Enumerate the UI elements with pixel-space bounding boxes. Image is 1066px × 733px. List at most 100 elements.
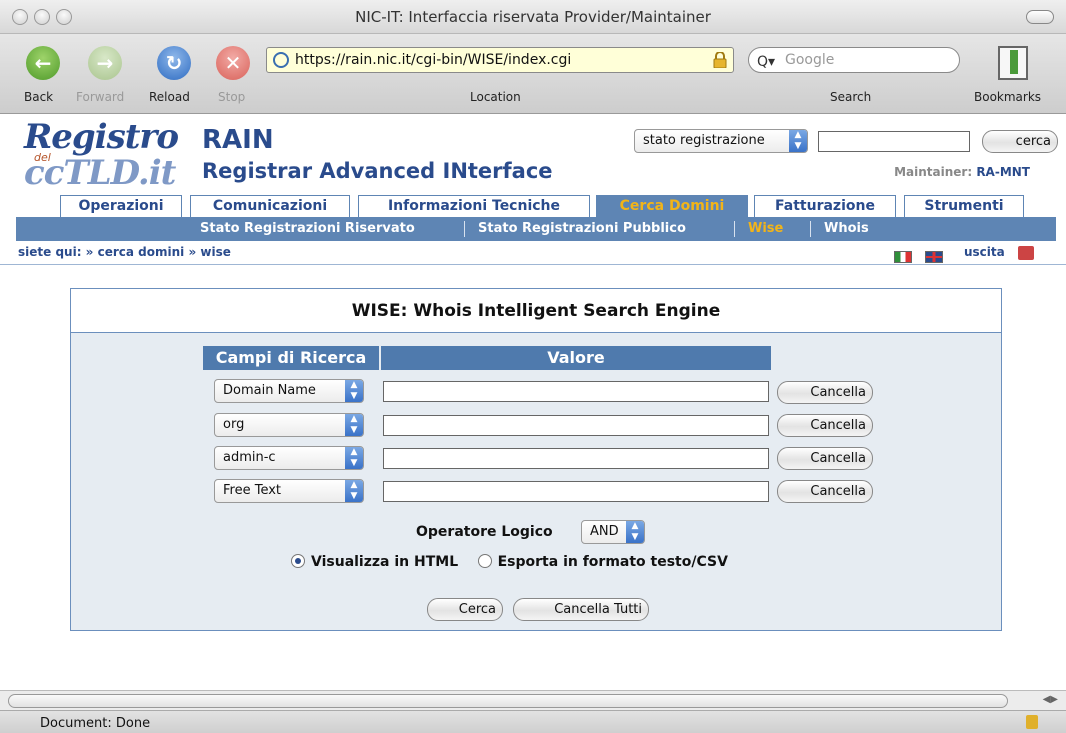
search-button[interactable]: Cerca	[427, 598, 503, 621]
logo-del: del	[34, 151, 51, 164]
reload-label: Reload	[149, 90, 190, 104]
value-input-4[interactable]	[383, 481, 769, 502]
field-select-3[interactable]: admin-c ▲ ▼	[214, 446, 364, 470]
status-bar: Document: Done	[0, 710, 1066, 733]
maintainer-info: Maintainer: RA-MNT	[894, 165, 1030, 179]
tab-comunicazioni[interactable]: Comunicazioni	[190, 195, 350, 217]
location-label: Location	[470, 90, 521, 104]
reload-icon: ↻	[165, 51, 183, 75]
subnav-stato-pubblico[interactable]: Stato Registrazioni Pubblico	[478, 221, 686, 236]
stop-icon: ✕	[224, 51, 242, 75]
stop-button[interactable]: ✕	[216, 46, 250, 80]
stop-label: Stop	[218, 90, 246, 104]
google-search-field[interactable]: Q▾ Google	[748, 47, 960, 73]
bookmarks-label: Bookmarks	[974, 90, 1042, 104]
wise-search-panel: WISE: Whois Intelligent Search Engine Ca…	[70, 288, 1002, 631]
field-select-1-value: Domain Name	[223, 383, 316, 398]
forward-button[interactable]: →	[88, 46, 122, 80]
quick-search-select-value: stato registrazione	[643, 133, 765, 148]
search-label: Search	[830, 90, 872, 104]
field-select-2-value: org	[223, 417, 245, 432]
select-arrows-icon: ▲ ▼	[789, 130, 807, 152]
maintainer-value: RA-MNT	[976, 165, 1030, 179]
select-arrows-icon: ▲ ▼	[345, 480, 363, 502]
breadcrumb-divider	[0, 264, 1066, 265]
operator-select[interactable]: AND ▲ ▼	[581, 520, 645, 544]
tab-fatturazione[interactable]: Fatturazione	[754, 195, 896, 217]
secure-lock-icon	[1026, 715, 1038, 729]
clear-all-button[interactable]: Cancella Tutti	[513, 598, 649, 621]
maintainer-label: Maintainer:	[894, 165, 973, 179]
main-tabs: Operazioni Comunicazioni Informazioni Te…	[0, 195, 1066, 217]
scrollbar-thumb[interactable]	[8, 694, 1008, 708]
globe-icon	[273, 52, 289, 68]
select-arrows-icon: ▲ ▼	[345, 380, 363, 402]
column-header-fields: Campi di Ricerca	[203, 346, 379, 370]
clear-button-4[interactable]: Cancella	[777, 480, 873, 503]
search-icon: Q▾	[757, 54, 776, 70]
field-select-4[interactable]: Free Text ▲ ▼	[214, 479, 364, 503]
browser-window: NIC-IT: Interfaccia riservata Provider/M…	[0, 0, 1066, 733]
forward-arrow-icon: →	[96, 51, 114, 75]
clear-button-1[interactable]: Cancella	[777, 381, 873, 404]
url-field[interactable]: https://rain.nic.it/cgi-bin/WISE/index.c…	[266, 47, 734, 73]
clear-button-2[interactable]: Cancella	[777, 414, 873, 437]
back-label: Back	[24, 90, 54, 104]
field-select-4-value: Free Text	[223, 483, 282, 498]
italian-flag-icon[interactable]	[894, 250, 912, 263]
field-select-1[interactable]: Domain Name ▲ ▼	[214, 379, 364, 403]
sub-navigation: Stato Registrazioni Riservato Stato Regi…	[16, 217, 1056, 241]
subnav-stato-riservato[interactable]: Stato Registrazioni Riservato	[200, 221, 415, 236]
toolbar-toggle-button[interactable]	[1026, 10, 1054, 24]
forward-label: Forward	[76, 90, 125, 104]
column-header-value: Valore	[381, 346, 771, 370]
tab-informazioni-tecniche[interactable]: Informazioni Tecniche	[358, 195, 590, 217]
reload-button[interactable]: ↻	[157, 46, 191, 80]
radio-csv[interactable]	[477, 554, 492, 568]
radio-html-label: Visualizza in HTML	[311, 554, 459, 570]
select-arrows-icon: ▲ ▼	[626, 521, 644, 543]
horizontal-scrollbar[interactable]: ◀▶	[0, 690, 1066, 710]
scroll-arrows-icon[interactable]: ◀▶	[1043, 694, 1058, 705]
value-input-2[interactable]	[383, 415, 769, 436]
output-format-options: Visualizza in HTML Esporta in formato te…	[291, 554, 728, 570]
subnav-whois[interactable]: Whois	[824, 221, 869, 236]
search-placeholder: Google	[785, 52, 835, 68]
field-select-3-value: admin-c	[223, 450, 276, 465]
browser-toolbar: ← Back → Forward ↻ Reload ✕ Stop https:/…	[0, 34, 1066, 114]
back-arrow-icon: ←	[34, 51, 52, 75]
subnav-divider	[810, 221, 811, 237]
select-arrows-icon: ▲ ▼	[345, 447, 363, 469]
subnav-wise[interactable]: Wise	[748, 221, 783, 236]
breadcrumb: siete qui: » cerca domini » wise	[18, 245, 231, 259]
quick-search-button[interactable]: cerca	[982, 130, 1058, 153]
select-arrows-icon: ▲ ▼	[345, 414, 363, 436]
tab-strumenti[interactable]: Strumenti	[904, 195, 1024, 217]
quick-search-select[interactable]: stato registrazione ▲ ▼	[634, 129, 808, 153]
field-select-2[interactable]: org ▲ ▼	[214, 413, 364, 437]
operator-label: Operatore Logico	[416, 524, 553, 540]
window-title: NIC-IT: Interfaccia riservata Provider/M…	[355, 8, 711, 26]
app-title: RAIN	[202, 125, 274, 155]
language-flags	[894, 246, 951, 265]
clear-button-3[interactable]: Cancella	[777, 447, 873, 470]
radio-html[interactable]	[291, 554, 305, 568]
status-text: Document: Done	[40, 716, 151, 731]
back-button[interactable]: ←	[26, 46, 60, 80]
quick-search-input[interactable]	[818, 131, 970, 152]
radio-csv-label: Esporta in formato testo/CSV	[497, 554, 728, 570]
operator-select-value: AND	[590, 524, 619, 539]
english-flag-icon[interactable]	[925, 250, 944, 263]
title-bar: NIC-IT: Interfaccia riservata Provider/M…	[0, 0, 1066, 34]
exit-door-icon[interactable]	[1018, 246, 1034, 260]
value-input-1[interactable]	[383, 381, 769, 402]
tab-operazioni[interactable]: Operazioni	[60, 195, 182, 217]
tab-cerca-domini[interactable]: Cerca Domini	[596, 195, 748, 217]
web-page: Registro ccTLD.it del RAIN Registrar Adv…	[0, 115, 1066, 685]
subnav-divider	[734, 221, 735, 237]
exit-link[interactable]: uscita	[964, 245, 1005, 259]
value-input-3[interactable]	[383, 448, 769, 469]
bookmarks-icon[interactable]	[998, 46, 1028, 80]
app-subtitle: Registrar Advanced INterface	[202, 159, 553, 183]
wise-title: WISE: Whois Intelligent Search Engine	[71, 289, 1001, 333]
